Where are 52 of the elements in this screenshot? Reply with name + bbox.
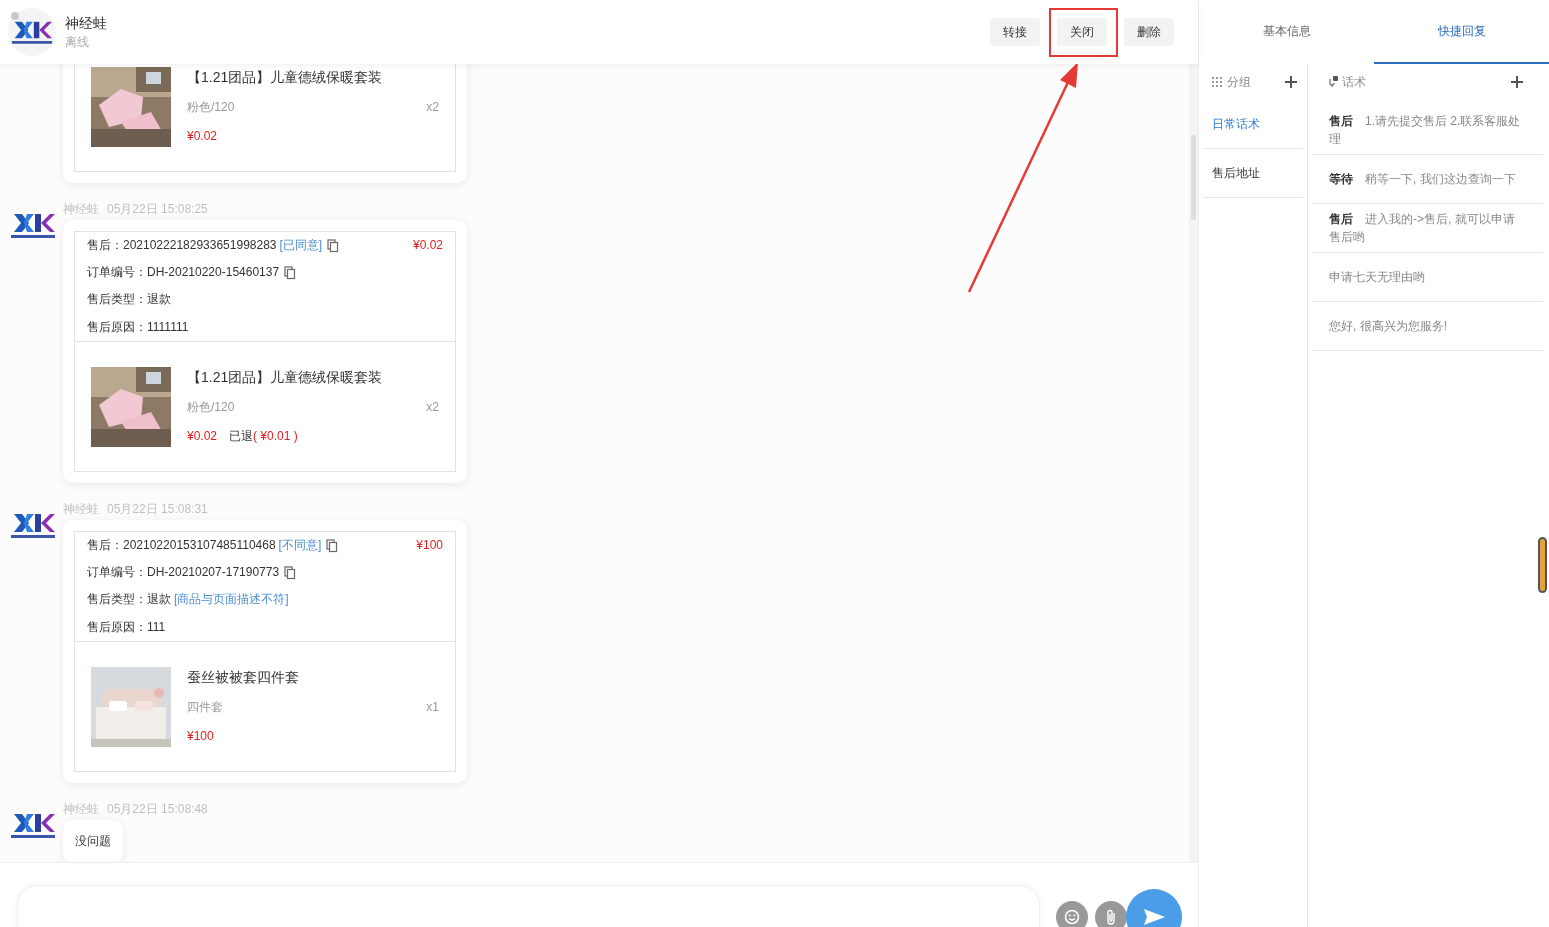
- field-label: 售后原因：: [87, 618, 147, 636]
- field-label: 售后类型：: [87, 291, 147, 308]
- field-label: 订单编号：: [87, 264, 147, 281]
- quick-reply-item[interactable]: 等待 稍等一下, 我们这边查询一下: [1312, 155, 1543, 204]
- refund-number: 20210220153107485110468: [123, 537, 276, 554]
- action-button[interactable]: 删除: [1124, 18, 1174, 46]
- order-number: DH-20210220-15460137: [147, 264, 280, 281]
- product-title: 【1.21团品】儿童德绒保暖套装: [187, 68, 384, 87]
- column-heading: 话术: [1342, 74, 1366, 91]
- product-quantity: x1: [426, 699, 439, 716]
- quick-reply-item[interactable]: 申请七天无理由哟: [1312, 253, 1543, 302]
- refund-amount: ¥100: [416, 537, 443, 554]
- contact-name: 神经蛙: [65, 14, 107, 33]
- status-tag[interactable]: [已同意]: [279, 232, 323, 259]
- tab[interactable]: 快捷回复: [1374, 0, 1549, 64]
- product-title: 蚕丝被被套四件套: [187, 668, 300, 687]
- reason-tag[interactable]: [商品与页面描述不符]: [174, 586, 289, 613]
- field-label: 售后类型：: [87, 591, 147, 608]
- order-number: DH-20210207-17190773: [147, 564, 280, 581]
- refunded-label: 已退: [229, 429, 254, 443]
- quick-reply-item[interactable]: 您好, 很高兴为您服务!: [1312, 302, 1543, 351]
- refund-number: 20210222182933651998283: [123, 237, 277, 254]
- after-sale-reason: 111: [147, 618, 166, 636]
- product-spec: 四件套: [187, 699, 223, 716]
- product-price: ¥0.02: [187, 429, 218, 443]
- group-item[interactable]: 售后地址: [1203, 149, 1303, 198]
- refund-amount: ¥0.02: [412, 237, 443, 254]
- tab[interactable]: 基本信息: [1199, 0, 1374, 64]
- field-label: 售后原因：: [87, 318, 147, 336]
- quick-reply-item[interactable]: 售后 进入我的->售后, 就可以申请售后哟: [1312, 204, 1543, 253]
- product-price: ¥0.02: [187, 129, 218, 143]
- field-label: 售后：: [87, 237, 123, 254]
- product-title: 【1.21团品】儿童德绒保暖套装: [187, 368, 384, 387]
- after-sale-type: 退款: [147, 291, 171, 308]
- action-button[interactable]: 转接: [990, 18, 1040, 46]
- quick-reply-item[interactable]: 售后 1.请先提交售后 2.联系客服处理: [1312, 106, 1543, 155]
- after-sale-reason: 1111111: [147, 318, 189, 336]
- field-label: 订单编号：: [87, 564, 147, 581]
- product-price: ¥100: [187, 729, 214, 743]
- column-heading: 分组: [1227, 74, 1251, 91]
- status-text: 离线: [65, 34, 90, 51]
- product-spec: 粉色/120: [187, 399, 235, 416]
- product-spec: 粉色/120: [187, 99, 235, 116]
- group-item[interactable]: 日常话术: [1203, 100, 1303, 149]
- product-quantity: x2: [426, 399, 439, 416]
- message-bubble: 没问题: [63, 820, 123, 862]
- status-tag[interactable]: [不同意]: [278, 532, 322, 559]
- product-quantity: x2: [426, 99, 439, 116]
- action-button[interactable]: 关闭: [1057, 18, 1107, 46]
- after-sale-type: 退款: [147, 591, 171, 608]
- field-label: 售后：: [87, 537, 123, 554]
- refunded-amount: ( ¥0.01 ): [253, 429, 298, 443]
